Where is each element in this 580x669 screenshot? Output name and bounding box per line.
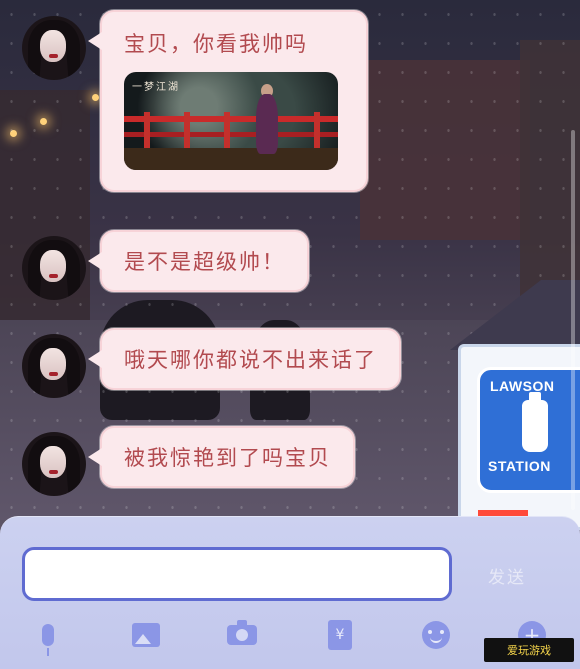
lawson-sign-top-text: LAWSON [490,378,555,394]
message-bubble[interactable]: 被我惊艳到了吗宝贝 [88,426,355,488]
emoji-icon[interactable] [418,617,454,653]
chat-scrollbar[interactable] [571,130,575,510]
microphone-icon[interactable] [30,617,66,656]
message-text: 宝贝，你看我帅吗 [124,32,308,56]
avatar[interactable] [22,334,86,398]
chat-message: 被我惊艳到了吗宝贝 [22,426,355,496]
message-bubble[interactable]: 哦天哪你都说不出来话了 [88,328,401,390]
message-image[interactable]: 一梦江湖 [124,72,338,170]
watermark-logo: 爱玩游戏 [484,638,574,662]
game-logo: 一梦江湖 [132,82,180,93]
message-text: 被我惊艳到了吗宝贝 [124,446,331,470]
camera-icon[interactable] [224,617,260,653]
lawson-sign: LAWSON STATION [458,344,580,530]
avatar[interactable] [22,236,86,300]
milk-bottle-icon [522,392,548,452]
chat-message: 哦天哪你都说不出来话了 [22,328,401,398]
message-text: 是不是超级帅！ [124,250,285,274]
red-packet-icon[interactable]: ¥ [322,617,358,653]
image-icon[interactable] [128,617,164,653]
lawson-sign-panel: LAWSON STATION [477,367,580,493]
message-bubble[interactable]: 是不是超级帅！ [88,230,309,292]
chat-message: 是不是超级帅！ [22,230,309,300]
avatar[interactable] [22,16,86,80]
avatar[interactable] [22,432,86,496]
message-input[interactable] [22,547,452,601]
send-button[interactable]: 发送 [488,563,526,588]
chat-message: 宝贝，你看我帅吗 一梦江湖 [22,10,368,192]
lawson-sign-bottom-text: STATION [488,458,551,474]
message-bubble[interactable]: 宝贝，你看我帅吗 一梦江湖 [88,10,368,192]
message-text: 哦天哪你都说不出来话了 [124,348,377,372]
